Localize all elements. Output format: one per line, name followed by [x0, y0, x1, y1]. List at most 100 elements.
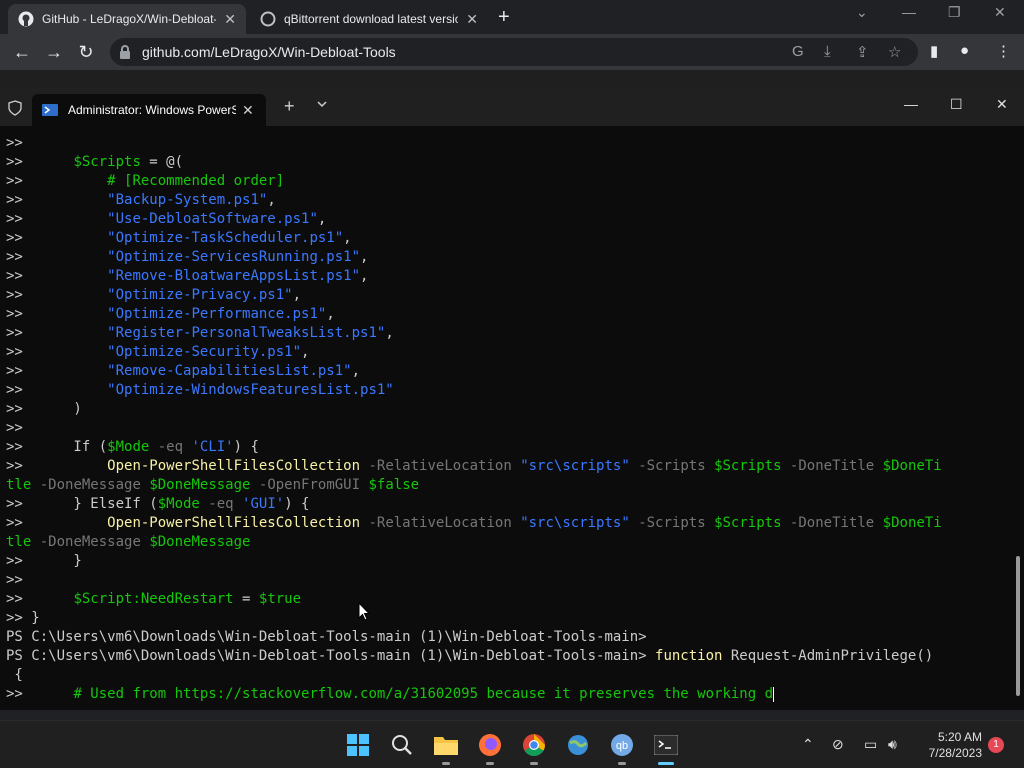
terminal-token: >> — [6, 306, 108, 322]
terminal-token: PS C:\Users\vm6\Downloads\Win-Debloat-To… — [6, 648, 656, 664]
terminal-token: -RelativeLocation — [360, 515, 521, 531]
terminal-line: >> $Scripts = @( — [6, 153, 183, 172]
terminal-token: >> — [6, 515, 108, 531]
globe-app-icon[interactable] — [562, 729, 594, 761]
terminal-line: >> "Optimize-WindowsFeaturesList.ps1" — [6, 381, 394, 400]
terminal-token: , — [326, 306, 335, 322]
terminal-token: -Scripts — [629, 458, 715, 474]
menu-icon[interactable]: ⋮ — [996, 42, 1011, 60]
terminal-line: >> # Used from https://stackoverflow.com… — [6, 685, 775, 704]
chevron-down-icon[interactable] — [316, 98, 328, 110]
terminal-token: ) { — [233, 439, 259, 455]
search-icon[interactable] — [386, 729, 418, 761]
close-window-icon[interactable]: ✕ — [996, 96, 1008, 113]
terminal-token: >> — [6, 211, 108, 227]
terminal-line: >> "Remove-CapabilitiesList.ps1", — [6, 362, 360, 381]
terminal-token: Request-AdminPrivilege() — [722, 648, 934, 664]
terminal-line: >> } ElseIf ($Mode -eq 'GUI') { — [6, 495, 309, 514]
close-window-icon[interactable]: ✕ — [994, 4, 1006, 21]
back-icon[interactable]: ← — [10, 40, 34, 64]
reload-icon[interactable]: ↻ — [74, 40, 98, 64]
profile-icon[interactable]: ● — [960, 42, 969, 59]
terminal-token: $Mode — [157, 496, 200, 512]
terminal-token: >> — [6, 458, 108, 474]
terminal-output[interactable]: >> >> $Scripts = @(>> # [Recommended orde… — [0, 134, 1016, 710]
close-tab-icon[interactable]: ✕ — [224, 11, 236, 28]
terminal-token: >> } — [6, 553, 82, 569]
terminal-token: "Register-PersonalTweaksList.ps1" — [107, 325, 386, 341]
terminal-token: "src\scripts" — [520, 515, 630, 531]
terminal-token: "Optimize-TaskScheduler.ps1" — [107, 230, 344, 246]
terminal-token: >> — [6, 230, 108, 246]
close-tab-icon[interactable]: ✕ — [242, 102, 254, 119]
terminal-token: >> — [6, 287, 108, 303]
minimize-icon[interactable]: — — [904, 96, 918, 112]
taskbar: qb ⌃ ⊘ ▭ 🔊︎ 5:20 AM 7/28/2023 1 — [0, 720, 1024, 768]
terminal-token: , — [343, 230, 352, 246]
new-tab-button[interactable]: + — [284, 96, 295, 117]
notification-badge[interactable]: 1 — [988, 737, 1004, 753]
chevron-down-icon[interactable]: ⌄ — [856, 4, 868, 21]
terminal-tab-powershell[interactable]: Administrator: Windows PowerShell ✕ — [32, 94, 266, 126]
start-icon[interactable] — [342, 729, 374, 761]
terminal-token: "Use-DebloatSoftware.ps1" — [107, 211, 318, 227]
browser-toolbar: ← → ↻ github.com/LeDragoX/Win-Debloat-To… — [0, 34, 1024, 70]
browser-tab-qbittorrent[interactable]: qBittorrent download latest version ✕ — [250, 4, 488, 34]
minimize-icon[interactable]: — — [902, 4, 916, 20]
browser-tab-github[interactable]: GitHub - LeDragoX/Win-Debloat-Tools ✕ — [8, 4, 246, 34]
terminal-token: , — [317, 211, 327, 227]
terminal-token: $Scripts — [714, 515, 782, 531]
terminal-token: >> ) — [6, 401, 82, 417]
terminal-token: $Script:NeedRestart — [73, 591, 234, 607]
terminal-icon[interactable] — [650, 729, 682, 765]
terminal-token: $false — [368, 477, 420, 493]
terminal-token: , — [267, 192, 276, 208]
network-icon[interactable]: ▭ — [864, 736, 877, 753]
maximize-icon[interactable]: ☐ — [950, 96, 963, 113]
address-bar[interactable]: github.com/LeDragoX/Win-Debloat-Tools G … — [110, 38, 918, 66]
terminal-token: $Scripts — [714, 458, 782, 474]
terminal-token: "Optimize-Security.ps1" — [107, 344, 302, 360]
terminal-scrollbar[interactable] — [1016, 556, 1020, 696]
file-explorer-icon[interactable] — [430, 729, 462, 765]
terminal-line: >> "Use-DebloatSoftware.ps1", — [6, 210, 326, 229]
browser-tab-strip: GitHub - LeDragoX/Win-Debloat-Tools ✕ qB… — [0, 0, 1024, 34]
firefox-icon[interactable] — [474, 729, 506, 765]
restore-icon[interactable]: ❐ — [948, 4, 961, 21]
terminal-token: "Backup-System.ps1" — [107, 192, 268, 208]
terminal-token: { — [6, 667, 23, 683]
terminal-line: >> — [6, 419, 23, 438]
terminal-line: >> "Remove-BloatwareAppsList.ps1", — [6, 267, 368, 286]
terminal-token: -Scripts — [629, 515, 715, 531]
forward-icon[interactable]: → — [42, 40, 66, 64]
new-tab-button[interactable]: + — [498, 6, 510, 29]
clock-time: 5:20 AM — [937, 730, 982, 744]
google-icon[interactable]: G — [792, 43, 804, 60]
browser-tab-title: GitHub - LeDragoX/Win-Debloat-Tools — [42, 12, 216, 26]
qbittorrent-icon[interactable]: qb — [606, 729, 638, 765]
terminal-token: -DoneMessage — [31, 477, 150, 493]
globe-icon — [260, 11, 276, 27]
terminal-line: >> } — [6, 609, 40, 628]
terminal-line: >> "Optimize-Privacy.ps1", — [6, 286, 301, 305]
volume-icon[interactable]: 🔊︎ — [888, 736, 897, 753]
terminal-token: Open-PowerShellFilesCollection — [107, 515, 361, 531]
install-icon[interactable]: ⤓ — [824, 43, 831, 60]
system-clock[interactable]: 5:20 AM 7/28/2023 — [920, 729, 982, 761]
close-tab-icon[interactable]: ✕ — [466, 11, 478, 28]
network-off-icon[interactable]: ⊘ — [832, 736, 844, 753]
terminal-token: $DoneTi — [882, 458, 942, 474]
terminal-token: , — [301, 344, 310, 360]
terminal-line: >> "Optimize-Security.ps1", — [6, 343, 309, 362]
terminal-line: >> $Script:NeedRestart = $true — [6, 590, 301, 609]
clock-date: 7/28/2023 — [928, 746, 982, 760]
chrome-icon[interactable] — [518, 729, 550, 765]
terminal-token: >> — [6, 686, 74, 702]
terminal-token: $DoneMessage — [149, 534, 251, 550]
show-hidden-icons-icon[interactable]: ⌃ — [802, 736, 814, 753]
share-icon[interactable]: ⇪ — [856, 43, 869, 61]
terminal-window: Administrator: Windows PowerShell ✕ + — … — [0, 86, 1024, 710]
bookmark-star-icon[interactable]: ☆ — [888, 43, 901, 61]
side-panel-icon[interactable]: ▮ — [930, 42, 938, 60]
terminal-token: >> — [6, 572, 23, 588]
